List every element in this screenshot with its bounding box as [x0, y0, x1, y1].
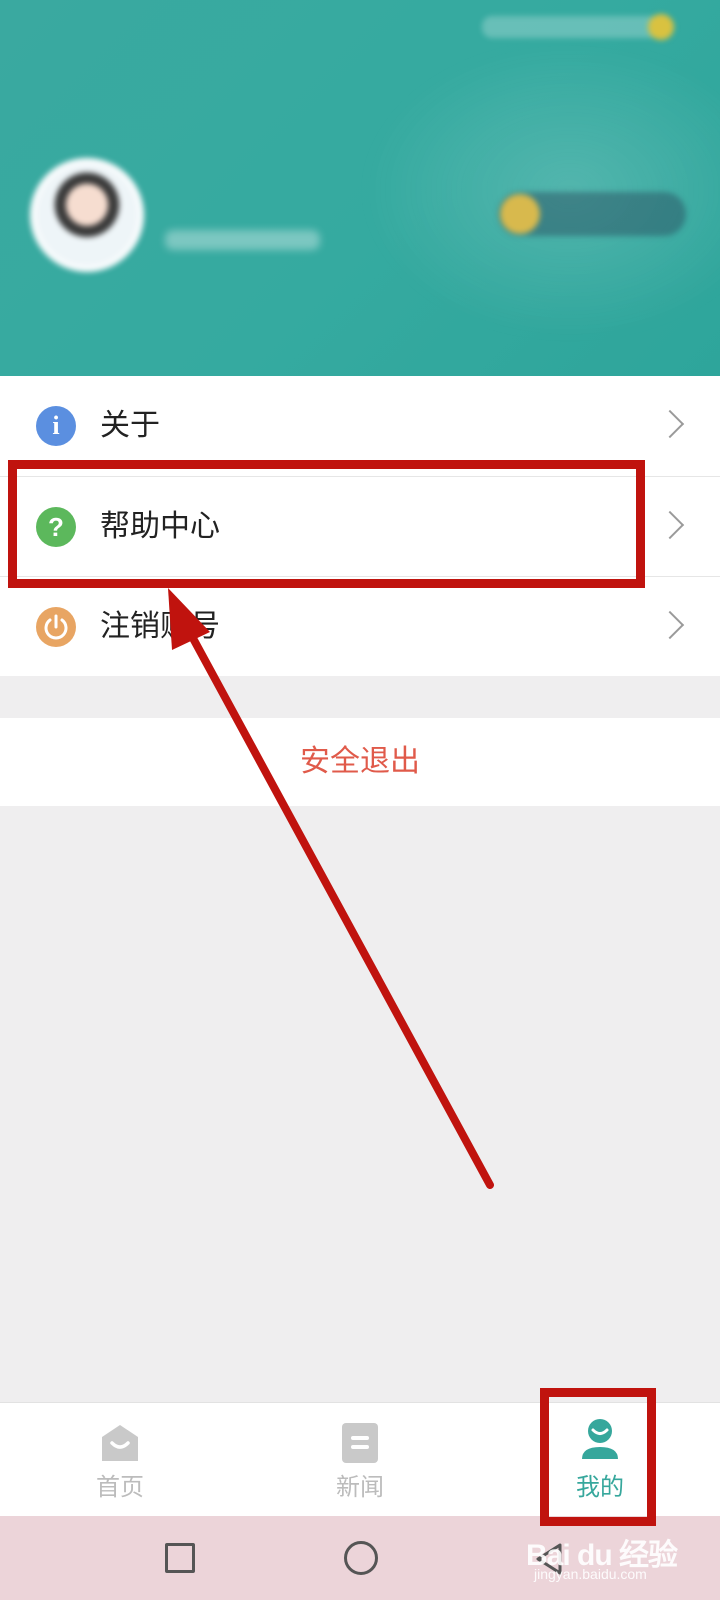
help-icon: ?	[36, 507, 76, 547]
info-icon: i	[36, 406, 76, 446]
tab-label: 我的	[576, 1473, 624, 1501]
menu-item-label: 注销账号	[100, 609, 220, 644]
battery-icon	[648, 14, 674, 40]
header-decoration	[360, 40, 720, 340]
status-bar	[0, 0, 720, 56]
checkin-button[interactable]	[498, 192, 686, 236]
coin-icon	[500, 194, 540, 234]
power-icon	[36, 607, 76, 647]
recents-icon[interactable]	[165, 1543, 195, 1573]
user-icon	[582, 1419, 618, 1459]
profile-header	[0, 0, 720, 376]
tab-home[interactable]: 首页	[40, 1403, 200, 1517]
tab-label: 首页	[96, 1473, 144, 1501]
menu-item-about[interactable]: i 关于	[0, 376, 720, 476]
news-icon	[342, 1423, 378, 1463]
chevron-right-icon	[655, 409, 685, 439]
chevron-right-icon	[655, 610, 685, 640]
menu-item-deactivate-account[interactable]: 注销账号	[0, 576, 720, 676]
settings-menu: i 关于 ? 帮助中心 注销账号	[0, 376, 720, 676]
status-icons	[482, 16, 672, 38]
user-subtitle	[165, 230, 320, 250]
logout-button[interactable]: 安全退出	[0, 718, 720, 806]
home-circle-icon[interactable]	[344, 1541, 378, 1575]
watermark-url: jingyan.baidu.com	[534, 1566, 647, 1582]
tab-mine[interactable]: 我的	[520, 1403, 680, 1517]
bottom-tab-bar: 首页 新闻 我的	[0, 1402, 720, 1516]
baidu-watermark: Bai du 经验 jingyan.baidu.com	[526, 1530, 696, 1586]
menu-item-label: 关于	[100, 408, 160, 443]
tab-label: 新闻	[336, 1473, 384, 1501]
avatar[interactable]	[30, 158, 144, 272]
tab-news[interactable]: 新闻	[280, 1403, 440, 1517]
menu-item-label: 帮助中心	[100, 509, 220, 544]
chevron-right-icon	[655, 510, 685, 540]
home-icon	[102, 1425, 138, 1461]
menu-item-help-center[interactable]: ? 帮助中心	[0, 476, 720, 576]
